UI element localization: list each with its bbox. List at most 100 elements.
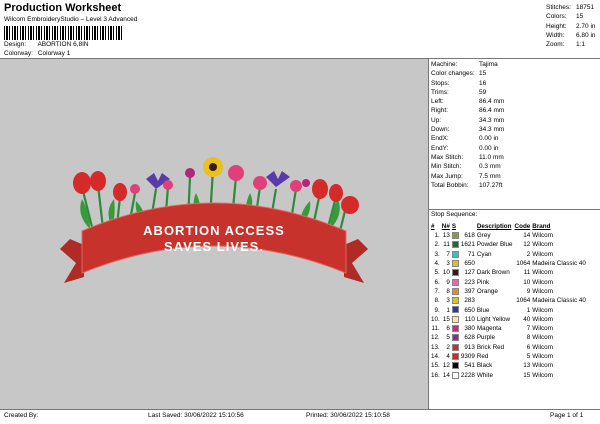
- stop-number: 14.: [431, 353, 440, 360]
- thread-brand: Madeira Classic 40: [532, 260, 586, 268]
- property-value: 59: [479, 88, 487, 96]
- stat-label: Height:: [546, 22, 567, 30]
- color-swatch-cell: [451, 315, 460, 324]
- software-subtitle: Wilcom EmbroideryStudio – Level 3 Advanc…: [4, 16, 138, 23]
- needle-number: 8: [446, 287, 450, 295]
- stop-sequence-title: Stop Sequence:: [431, 211, 478, 218]
- color-swatch: [451, 343, 459, 351]
- color-swatch-cell: [451, 333, 460, 342]
- last-saved: Last Saved: 30/06/2022 15:10:56: [148, 412, 244, 419]
- color-swatch: [451, 232, 459, 240]
- thread-code: 110: [464, 315, 475, 323]
- thread-code-number: 9: [526, 287, 531, 295]
- needle-number: 11: [443, 241, 450, 249]
- stats-panel: Stitches: 18751 Colors: 15 Height: 2.70 in Wid…: [546, 3, 596, 49]
- stop-row: 12. 5 628 Purple 8 Wilcom: [430, 333, 587, 342]
- stop-sequence-table: # N# S Description Code Brand 1. 13 618 Grey 14 Wi…: [430, 222, 587, 380]
- stop-row: 5. 10 127 Dark Brown 11 Wilcom: [430, 268, 587, 277]
- thread-code: 397: [464, 287, 475, 295]
- stat-row: Height: 2.70 in: [546, 22, 596, 31]
- color-swatch-cell: [451, 231, 460, 240]
- stop-number: 2.: [434, 241, 440, 249]
- needle-number: 4: [446, 353, 450, 360]
- stop-number: 9.: [434, 306, 440, 314]
- thread-description: Magenta: [476, 325, 502, 333]
- stop-row: 9. 1 650 Blue 1 Wilcom: [430, 305, 587, 314]
- stop-number: 15.: [431, 362, 440, 370]
- thread-description: Powder Blue: [476, 241, 513, 249]
- color-swatch: [451, 315, 459, 323]
- property-value: 86.4 mm: [479, 98, 505, 106]
- embroidery-design: ABORTION ACCESS SAVES LIVES.: [60, 157, 368, 283]
- thread-brand: Wilcom: [532, 269, 553, 277]
- thread-code-number: 6: [526, 343, 531, 351]
- color-swatch-cell: [451, 296, 460, 305]
- color-swatch-cell: [451, 361, 460, 370]
- property-value: 16: [479, 79, 487, 87]
- thread-description: Orange: [476, 287, 498, 295]
- thread-code: 223: [464, 278, 475, 286]
- property-value: 34.3 mm: [479, 116, 505, 124]
- thread-brand: Wilcom: [532, 362, 553, 370]
- thread-brand: Wilcom: [532, 343, 553, 351]
- column-header: Brand: [532, 223, 551, 230]
- color-swatch: [451, 259, 459, 267]
- stop-number: 13.: [431, 343, 440, 351]
- column-header: Description: [476, 223, 512, 230]
- color-swatch-cell: [451, 287, 460, 296]
- property-label: Machine:: [431, 61, 458, 68]
- property-value: 7.5 mm: [479, 172, 501, 180]
- thread-code: 650: [464, 306, 475, 314]
- property-label: Down:: [431, 126, 450, 134]
- stat-row: Zoom: 1:1: [546, 40, 596, 49]
- stop-row: 11. 6 380 Magenta 7 Wilcom: [430, 324, 587, 333]
- color-swatch-cell: [451, 240, 460, 249]
- color-swatch: [451, 325, 459, 333]
- color-swatch-cell: [451, 268, 460, 277]
- property-label: Max Jump:: [431, 172, 463, 180]
- stat-label: Stitches:: [546, 4, 571, 11]
- stop-number: 6.: [434, 278, 440, 286]
- stop-row: 8. 3 283 1064 Madeira Classic 40: [430, 296, 587, 305]
- needle-number: 15: [442, 315, 450, 323]
- sunflower: [203, 157, 223, 177]
- thread-code: 380: [464, 325, 475, 333]
- property-label: Color changes:: [431, 70, 475, 78]
- property-row: EndX: 0.00 in: [431, 134, 504, 143]
- stat-value: 6.80 in: [576, 31, 596, 39]
- thread-code: 913: [464, 343, 475, 351]
- design-value: ABORTION 6,8IN: [37, 41, 89, 48]
- thread-brand: Madeira Classic 40: [532, 297, 586, 305]
- stat-value: 18751: [576, 4, 595, 11]
- worksheet-title: Production Worksheet: [4, 2, 122, 14]
- thread-description: [476, 259, 514, 268]
- stop-row: 16. 14 2228 White 15 Wilcom: [430, 370, 587, 379]
- property-row: Left: 86.4 mm: [431, 97, 504, 106]
- thread-description: Brick Red: [476, 343, 505, 351]
- thread-code: 9309: [460, 353, 475, 360]
- color-swatch: [451, 352, 459, 360]
- stop-row: 4. 3 650 1064 Madeira Classic 40: [430, 259, 587, 268]
- property-row: Max Jump: 7.5 mm: [431, 172, 504, 181]
- stop-number: 12.: [431, 334, 440, 342]
- color-swatch-cell: [451, 250, 460, 259]
- thread-description: [476, 296, 514, 305]
- thread-description: Purple: [476, 334, 496, 342]
- thread-brand: Wilcom: [532, 250, 553, 258]
- color-swatch: [451, 269, 459, 277]
- property-label: Total Bobbin:: [431, 181, 469, 189]
- thread-code: 628: [464, 334, 475, 342]
- color-swatch: [451, 362, 459, 370]
- needle-number: 14: [442, 371, 450, 379]
- property-row: Min Stitch: 0.3 mm: [431, 162, 504, 171]
- thread-code-number: 2: [526, 250, 531, 258]
- property-row: EndY: 0.00 in: [431, 144, 504, 153]
- needle-number: 7: [446, 250, 450, 258]
- thread-brand: Wilcom: [532, 353, 553, 360]
- thread-code-number: 13: [523, 362, 531, 370]
- stop-number: 4.: [434, 260, 440, 268]
- color-swatch-cell: [451, 343, 460, 352]
- thread-code: 283: [464, 297, 475, 305]
- property-value: 11.0 mm: [479, 153, 504, 161]
- page-number: Page 1 of 1: [550, 412, 584, 419]
